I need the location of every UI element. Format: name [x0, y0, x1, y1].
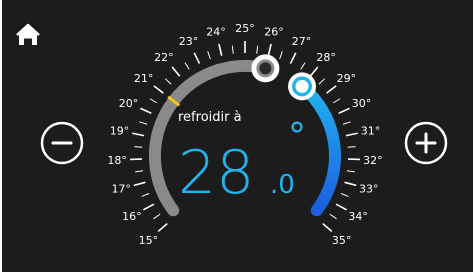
scale-tick — [165, 78, 172, 85]
setpoint-degree: ° — [288, 116, 306, 157]
scale-label: 22° — [154, 51, 174, 64]
scale-label: 17° — [111, 183, 131, 196]
scale-tick — [300, 62, 306, 70]
scale-tick — [342, 121, 351, 125]
setpoint-integer: 28 — [178, 138, 254, 208]
scale-label: 32° — [363, 154, 383, 167]
scale-tick — [132, 132, 145, 137]
scale-label: 15° — [139, 234, 159, 247]
scale-tick — [184, 62, 190, 70]
scale-tick — [256, 45, 259, 54]
scale-label: 23° — [179, 35, 199, 48]
scale-tick — [345, 132, 358, 137]
setpoint-range-arc — [296, 80, 341, 217]
scale-label: 24° — [206, 25, 226, 38]
scale-label: 30° — [352, 97, 372, 110]
plus-icon — [415, 132, 437, 154]
scale-tick — [139, 121, 148, 125]
scale-tick — [207, 51, 211, 60]
home-icon[interactable] — [16, 23, 40, 45]
scale-label: 18° — [107, 154, 127, 167]
scale-tick — [267, 43, 272, 56]
scale-tick — [322, 222, 333, 233]
scale-label: 25° — [235, 22, 255, 35]
scale-tick — [329, 213, 337, 220]
increase-button[interactable] — [404, 121, 448, 165]
scale-tick — [153, 85, 164, 94]
scale-tick — [142, 203, 155, 211]
scale-tick — [157, 222, 168, 233]
scale-tick — [346, 170, 355, 173]
scale-tick — [133, 181, 146, 187]
scale-label: 16° — [122, 210, 142, 223]
setpoint-decimal: .0 — [270, 170, 295, 200]
scale-tick — [231, 45, 234, 54]
scale-label: 19° — [110, 125, 130, 138]
scale-tick — [335, 203, 348, 211]
scale-tick — [318, 78, 325, 85]
scale-tick — [140, 107, 152, 115]
current-temperature-knob — [251, 54, 280, 83]
scale-tick — [134, 146, 143, 148]
scale-tick — [332, 98, 341, 104]
scale-label: 20° — [119, 97, 139, 110]
scale-tick — [171, 66, 181, 77]
scale-tick — [344, 181, 357, 187]
scale-label: 28° — [316, 51, 336, 64]
scale-tick — [135, 170, 144, 173]
scale-label: 27° — [292, 35, 312, 48]
scale-tick — [326, 85, 337, 94]
scale-tick — [218, 43, 223, 56]
thermostat-screen: 15° 16° 17° 18° 19° 20° 21° 22° 23° 24° 25° 26° 27° 2… — [0, 0, 475, 272]
scale-label: 35° — [332, 234, 352, 247]
scale-tick — [193, 52, 201, 64]
scale-label: 29° — [337, 72, 357, 85]
scale-labels: 15° 16° 17° 18° 19° 20° 21°22° 23° 24° 25° 26° 27° 2… — [107, 22, 382, 247]
scale-tick — [309, 66, 319, 77]
scale-tick — [289, 52, 297, 64]
scale-tick — [149, 98, 158, 104]
scale-tick — [338, 107, 350, 115]
scale-tick — [279, 51, 283, 60]
scale-label: 34° — [348, 210, 368, 223]
setpoint-handle[interactable] — [288, 72, 317, 101]
mode-label: refroidir à — [178, 110, 242, 125]
scale-tick — [153, 213, 161, 220]
scale-label: 26° — [264, 25, 284, 38]
thermostat-dial: 15° 16° 17° 18° 19° 20° 21°22° 23° 24° 25° 26° 27° 2… — [16, 22, 448, 247]
scale-label: 31° — [361, 125, 381, 138]
scale-tick — [340, 193, 349, 197]
decrease-button[interactable] — [40, 121, 84, 165]
scale-tick — [347, 146, 356, 148]
scale-tick — [141, 193, 150, 197]
scale-label: 33° — [359, 183, 379, 196]
scale-label: 21° — [134, 72, 154, 85]
